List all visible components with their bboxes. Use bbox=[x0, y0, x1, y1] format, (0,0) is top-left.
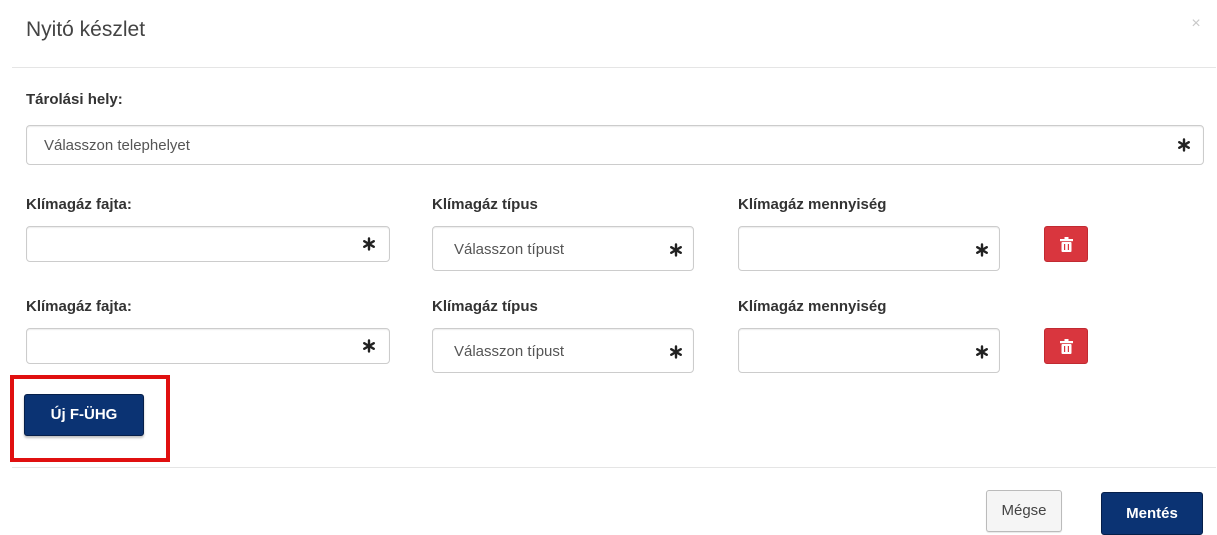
opening-stock-modal: Nyitó készlet × Tárolási hely: Válasszon… bbox=[0, 0, 1217, 535]
delete-row-button[interactable] bbox=[1044, 328, 1088, 364]
trash-icon bbox=[1060, 237, 1073, 252]
gas-kind-label: Klímagáz fajta: bbox=[26, 196, 132, 213]
asterisk-icon bbox=[363, 237, 376, 251]
gas-type-placeholder: Válasszon típust bbox=[454, 241, 565, 258]
asterisk-icon bbox=[670, 243, 683, 257]
gas-kind-label: Klímagáz fajta: bbox=[26, 298, 132, 315]
trash-icon bbox=[1060, 339, 1073, 354]
storage-placeholder: Válasszon telephelyet bbox=[44, 137, 190, 154]
asterisk-icon bbox=[976, 243, 989, 257]
header-divider bbox=[12, 67, 1216, 68]
gas-kind-select[interactable] bbox=[26, 226, 390, 262]
close-icon[interactable]: × bbox=[1188, 14, 1204, 34]
gas-type-select[interactable]: Válasszon típust bbox=[432, 328, 694, 373]
asterisk-icon bbox=[976, 345, 989, 359]
gas-amount-label: Klímagáz mennyiség bbox=[738, 196, 887, 213]
asterisk-icon bbox=[670, 345, 683, 359]
delete-row-button[interactable] bbox=[1044, 226, 1088, 262]
storage-select[interactable]: Válasszon telephelyet bbox=[26, 125, 1204, 165]
storage-label: Tárolási hely: bbox=[26, 91, 123, 108]
cancel-button[interactable]: Mégse bbox=[986, 490, 1062, 532]
gas-type-label: Klímagáz típus bbox=[432, 196, 538, 213]
modal-title: Nyitó készlet bbox=[26, 18, 146, 41]
gas-type-select[interactable]: Válasszon típust bbox=[432, 226, 694, 271]
gas-kind-select[interactable] bbox=[26, 328, 390, 364]
gas-type-placeholder: Válasszon típust bbox=[454, 343, 565, 360]
asterisk-icon bbox=[1178, 138, 1191, 152]
annotation-highlight-box bbox=[10, 375, 170, 462]
gas-type-label: Klímagáz típus bbox=[432, 298, 538, 315]
gas-amount-label: Klímagáz mennyiség bbox=[738, 298, 887, 315]
gas-amount-input[interactable] bbox=[738, 226, 1000, 271]
save-button[interactable]: Mentés bbox=[1101, 492, 1203, 535]
footer-divider bbox=[12, 467, 1216, 468]
asterisk-icon bbox=[363, 339, 376, 353]
gas-amount-input[interactable] bbox=[738, 328, 1000, 373]
